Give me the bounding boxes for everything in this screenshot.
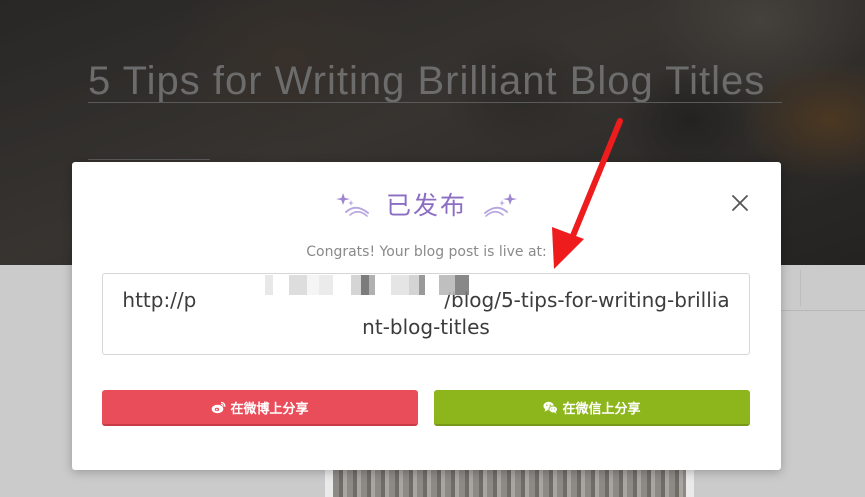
share-weibo-label: 在微博上分享 (230, 401, 309, 417)
sparkle-star-icon (335, 193, 369, 217)
url-redaction-mosaic (259, 275, 489, 295)
congrats-message: Congrats! Your blog post is live at: (306, 244, 547, 260)
post-cover-image (325, 470, 694, 497)
share-weibo-button[interactable]: 在微博上分享 (102, 390, 418, 426)
weibo-icon (212, 401, 226, 413)
title-underline (88, 159, 210, 160)
title-underline (88, 102, 782, 103)
sparkle-star-icon (484, 193, 517, 217)
published-dialog: 已发布 Congrats! Your blog post is live at:… (72, 162, 781, 470)
close-icon[interactable] (729, 192, 751, 214)
share-wechat-button[interactable]: 在微信上分享 (434, 390, 750, 426)
dialog-heading: 已发布 (72, 184, 781, 224)
page-tab-divider (800, 270, 861, 306)
dialog-title: 已发布 (385, 191, 467, 220)
annotation-arrow-icon (552, 118, 623, 269)
post-title: 5 Tips for Writing Brilliant Blog Titles (88, 52, 788, 160)
share-wechat-label: 在微信上分享 (562, 401, 641, 417)
post-title-text: 5 Tips for Writing Brilliant Blog Titles (88, 59, 766, 103)
post-url-text[interactable]: http://p /blog/5-tips-for-writing-brilli… (121, 287, 731, 341)
wechat-icon (543, 401, 559, 414)
